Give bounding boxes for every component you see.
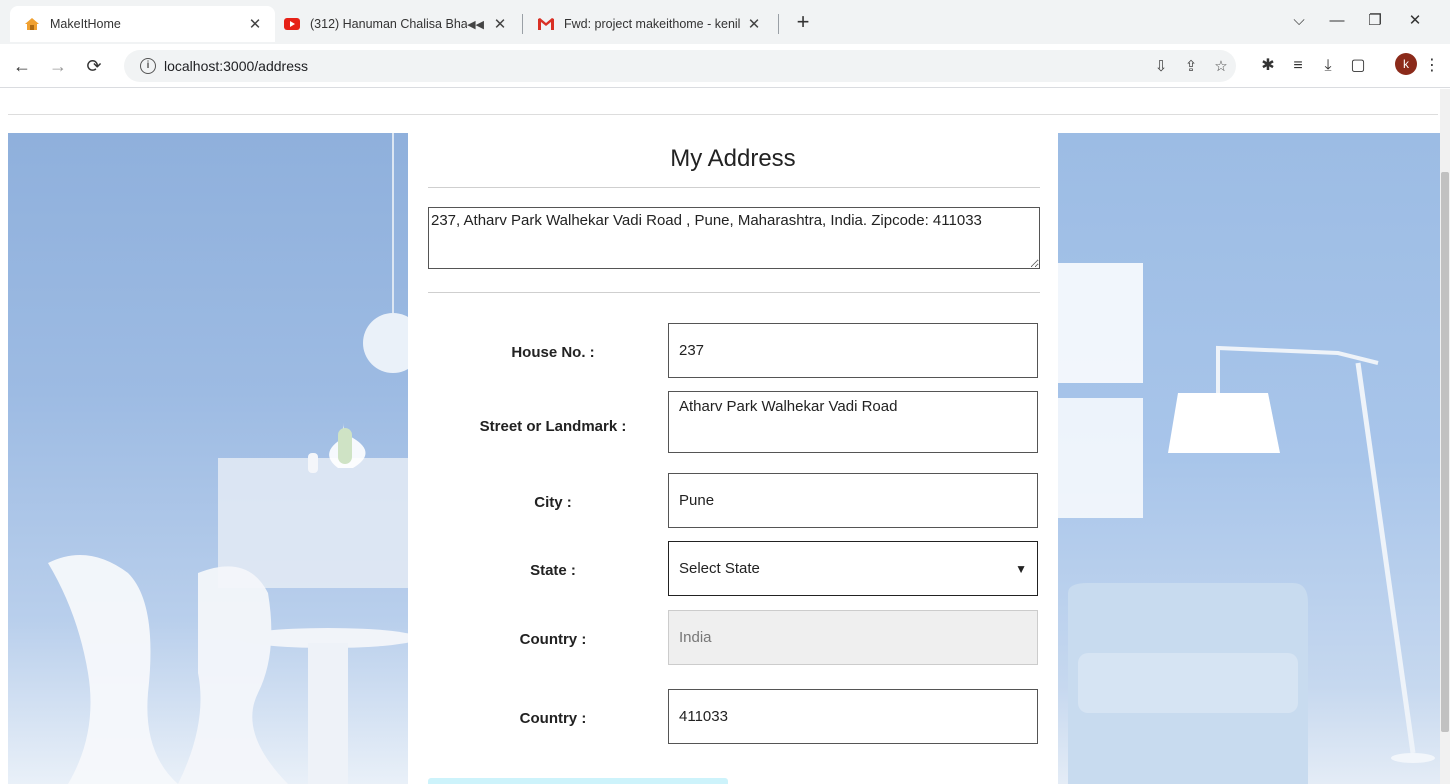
background-image-left xyxy=(8,133,408,784)
install-app-icon[interactable]: ⇩ xyxy=(1146,57,1176,75)
street-landmark-textarea[interactable]: Atharv Park Walhekar Vadi Road xyxy=(668,391,1038,453)
tab-gmail[interactable]: Fwd: project makeithome - kenil ✕ xyxy=(524,6,774,42)
extensions-puzzle-icon[interactable]: ✱ xyxy=(1254,52,1282,80)
divider xyxy=(8,114,1438,115)
zipcode-label: Country : xyxy=(519,710,587,727)
tab-youtube[interactable]: (312) Hanuman Chalisa Bhaja ◀◀ ✕ xyxy=(270,6,520,42)
reload-icon[interactable]: ⟳ xyxy=(80,52,108,80)
new-tab-button[interactable]: + xyxy=(790,10,816,36)
state-select[interactable]: Select State ▼ xyxy=(668,541,1038,596)
share-icon[interactable]: ⇪ xyxy=(1176,57,1206,75)
gmail-icon xyxy=(538,16,554,32)
house-no-label: House No. : xyxy=(511,344,595,361)
restore-button[interactable]: ❐ xyxy=(1358,6,1392,36)
divider xyxy=(428,292,1040,293)
tab-title: MakeItHome xyxy=(50,17,121,31)
omnibox-actions: ⇩ ⇪ ☆ xyxy=(1146,50,1236,82)
close-tab-icon[interactable]: ✕ xyxy=(245,14,265,34)
back-arrow-icon[interactable]: ← xyxy=(8,52,36,80)
close-tab-icon[interactable]: ✕ xyxy=(490,14,510,34)
street-landmark-label: Street or Landmark : xyxy=(479,418,627,435)
menu-kebab-icon[interactable]: ⋮ xyxy=(1418,52,1446,80)
state-select-value: Select State xyxy=(679,560,760,577)
chevron-down-icon: ▼ xyxy=(1015,561,1027,576)
close-window-button[interactable]: ✕ xyxy=(1398,6,1432,36)
page-content: My Address 237, Atharv Park Walhekar Vad… xyxy=(0,89,1440,784)
download-icon[interactable]: ⤓ xyxy=(1314,52,1342,80)
zipcode-input[interactable]: 411033 xyxy=(668,689,1038,744)
country-label: Country : xyxy=(519,631,587,648)
city-label: City : xyxy=(534,494,572,511)
background-image-right xyxy=(1058,133,1440,784)
state-label: State : xyxy=(530,562,576,579)
tab-title: Fwd: project makeithome - kenil xyxy=(564,17,741,31)
submit-button[interactable] xyxy=(428,778,728,784)
house-icon xyxy=(24,16,40,32)
tab-title: (312) Hanuman Chalisa Bhaja xyxy=(310,17,468,31)
tab-separator xyxy=(778,14,779,34)
url-text: localhost:3000/address xyxy=(164,58,308,74)
close-tab-icon[interactable]: ✕ xyxy=(744,14,764,34)
youtube-icon xyxy=(284,16,300,32)
tab-separator xyxy=(522,14,523,34)
address-form-panel: My Address 237, Atharv Park Walhekar Vad… xyxy=(408,133,1058,784)
side-panel-icon[interactable]: ▢ xyxy=(1344,52,1372,80)
country-input: India xyxy=(668,610,1038,665)
forward-arrow-icon[interactable]: → xyxy=(44,52,72,80)
minimize-button[interactable]: — xyxy=(1320,6,1354,36)
address-bar[interactable]: i localhost:3000/address ⇩ ⇪ ☆ xyxy=(124,50,1236,82)
bookmark-star-icon[interactable]: ☆ xyxy=(1206,57,1236,75)
audio-playing-icon[interactable]: ◀◀ xyxy=(467,18,484,31)
tab-strip: MakeItHome ✕ (312) Hanuman Chalisa Bhaja… xyxy=(0,0,1450,44)
profile-avatar[interactable]: k xyxy=(1395,53,1417,75)
divider xyxy=(428,187,1040,188)
tab-search-icon[interactable]: ⌵ xyxy=(1282,6,1316,36)
scrollbar-thumb[interactable] xyxy=(1441,172,1449,732)
page-title: My Address xyxy=(670,145,796,172)
site-info-icon[interactable]: i xyxy=(140,58,156,74)
house-no-input[interactable]: 237 xyxy=(668,323,1038,378)
tab-makeithome[interactable]: MakeItHome ✕ xyxy=(10,6,275,42)
browser-toolbar: ← → ⟳ i localhost:3000/address ⇩ ⇪ ☆ ✱ ≡… xyxy=(0,44,1450,88)
address-summary-textarea[interactable]: 237, Atharv Park Walhekar Vadi Road , Pu… xyxy=(428,207,1040,269)
city-input[interactable]: Pune xyxy=(668,473,1038,528)
reading-list-icon[interactable]: ≡ xyxy=(1284,52,1312,80)
